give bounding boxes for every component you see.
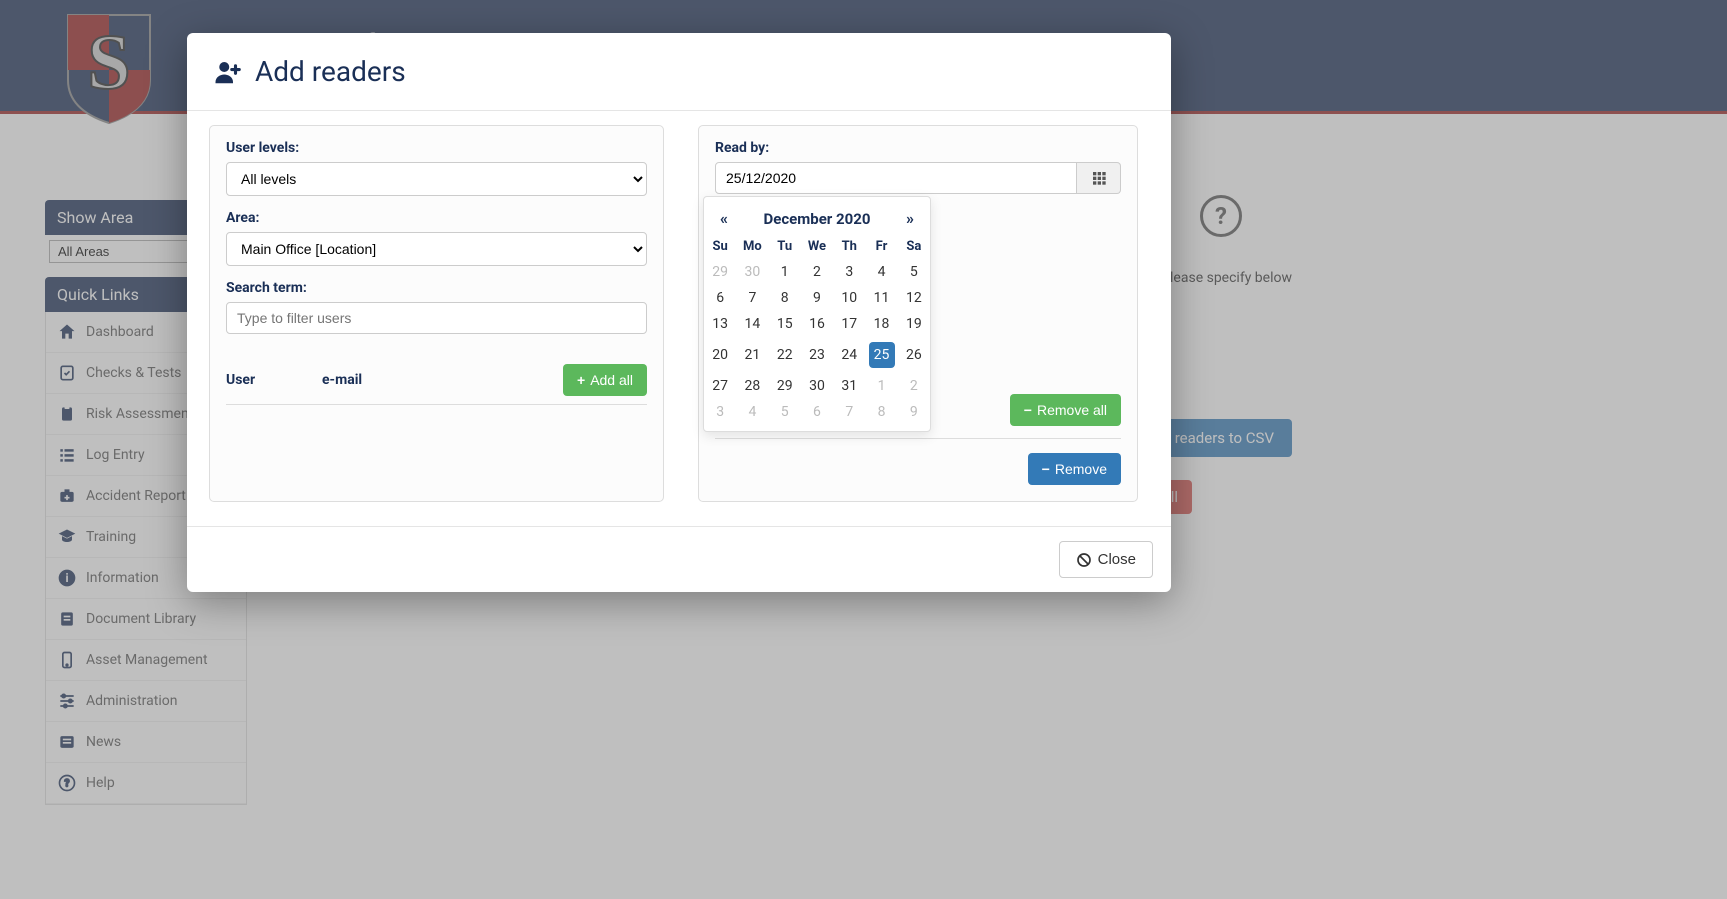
datepicker-day[interactable]: 4 [865, 259, 897, 285]
modal-title: Add readers [255, 55, 406, 88]
datepicker-dow: Su [704, 234, 736, 259]
ban-icon [1076, 552, 1092, 568]
read-by-input[interactable] [715, 162, 1077, 194]
datepicker-day[interactable]: 2 [801, 259, 833, 285]
datepicker-day[interactable]: 26 [898, 337, 930, 373]
datepicker-day[interactable]: 2 [898, 373, 930, 399]
grid-icon [1091, 170, 1107, 186]
modal-footer: Close [187, 526, 1171, 592]
datepicker-day[interactable]: 8 [769, 285, 801, 311]
datepicker-dow: Tu [769, 234, 801, 259]
remove-button[interactable]: − Remove [1028, 453, 1121, 485]
datepicker-day[interactable]: 13 [704, 311, 736, 337]
datepicker-day[interactable]: 3 [704, 399, 736, 425]
datepicker-day[interactable]: 7 [833, 399, 865, 425]
datepicker-day[interactable]: 25 [865, 337, 897, 373]
user-levels-select[interactable]: All levels [226, 162, 647, 196]
user-plus-icon [211, 57, 245, 87]
datepicker-day[interactable]: 30 [736, 259, 768, 285]
datepicker-grid: SuMoTuWeThFrSa 2930123456789101112131415… [704, 234, 930, 425]
datepicker-day[interactable]: 17 [833, 311, 865, 337]
datepicker-next[interactable]: » [900, 209, 920, 228]
th-email: e-mail [322, 372, 563, 388]
datepicker-dow: Sa [898, 234, 930, 259]
datepicker-day[interactable]: 10 [833, 285, 865, 311]
users-table-header: User e-mail + Add all [226, 348, 647, 405]
th-user: User [226, 372, 322, 388]
calendar-button[interactable] [1077, 162, 1121, 194]
plus-icon: + [577, 372, 585, 388]
datepicker-dow: Fr [865, 234, 897, 259]
close-button[interactable]: Close [1059, 541, 1153, 578]
datepicker-day[interactable]: 28 [736, 373, 768, 399]
left-panel: User levels: All levels Area: Main Offic… [209, 125, 664, 502]
remove-all-button[interactable]: − Remove all [1010, 394, 1121, 426]
datepicker-day[interactable]: 14 [736, 311, 768, 337]
datepicker-day[interactable]: 29 [769, 373, 801, 399]
add-all-button[interactable]: + Add all [563, 364, 647, 396]
search-input[interactable] [226, 302, 647, 334]
search-label: Search term: [226, 280, 647, 296]
datepicker: « December 2020 » SuMoTuWeThFrSa 2930123… [703, 196, 931, 432]
datepicker-dow: Mo [736, 234, 768, 259]
right-panel: Read by: « December 2020 [698, 125, 1138, 502]
datepicker-day[interactable]: 31 [833, 373, 865, 399]
datepicker-day[interactable]: 16 [801, 311, 833, 337]
datepicker-day[interactable]: 7 [736, 285, 768, 311]
datepicker-day[interactable]: 5 [898, 259, 930, 285]
datepicker-day[interactable]: 11 [865, 285, 897, 311]
minus-icon: − [1024, 402, 1032, 418]
datepicker-day[interactable]: 22 [769, 337, 801, 373]
datepicker-day[interactable]: 12 [898, 285, 930, 311]
datepicker-dow: We [801, 234, 833, 259]
datepicker-day[interactable]: 29 [704, 259, 736, 285]
datepicker-day[interactable]: 30 [801, 373, 833, 399]
datepicker-day[interactable]: 24 [833, 337, 865, 373]
datepicker-day[interactable]: 1 [865, 373, 897, 399]
datepicker-title[interactable]: December 2020 [734, 210, 900, 228]
datepicker-day[interactable]: 20 [704, 337, 736, 373]
datepicker-day[interactable]: 9 [801, 285, 833, 311]
datepicker-day[interactable]: 18 [865, 311, 897, 337]
datepicker-day[interactable]: 6 [704, 285, 736, 311]
datepicker-day[interactable]: 5 [769, 399, 801, 425]
datepicker-day[interactable]: 4 [736, 399, 768, 425]
datepicker-day[interactable]: 27 [704, 373, 736, 399]
area-label: Area: [226, 210, 647, 226]
datepicker-dow: Th [833, 234, 865, 259]
minus-icon: − [1042, 461, 1050, 477]
datepicker-day[interactable]: 15 [769, 311, 801, 337]
datepicker-day[interactable]: 21 [736, 337, 768, 373]
datepicker-day[interactable]: 3 [833, 259, 865, 285]
datepicker-prev[interactable]: « [714, 209, 734, 228]
datepicker-day[interactable]: 19 [898, 311, 930, 337]
read-by-label: Read by: [715, 140, 1121, 156]
datepicker-day[interactable]: 23 [801, 337, 833, 373]
datepicker-day[interactable]: 9 [898, 399, 930, 425]
datepicker-day[interactable]: 8 [865, 399, 897, 425]
add-readers-modal: Add readers User levels: All levels Area… [187, 33, 1171, 592]
area-select-modal[interactable]: Main Office [Location] [226, 232, 647, 266]
user-levels-label: User levels: [226, 140, 647, 156]
datepicker-day[interactable]: 1 [769, 259, 801, 285]
datepicker-day[interactable]: 6 [801, 399, 833, 425]
modal-header: Add readers [187, 33, 1171, 111]
